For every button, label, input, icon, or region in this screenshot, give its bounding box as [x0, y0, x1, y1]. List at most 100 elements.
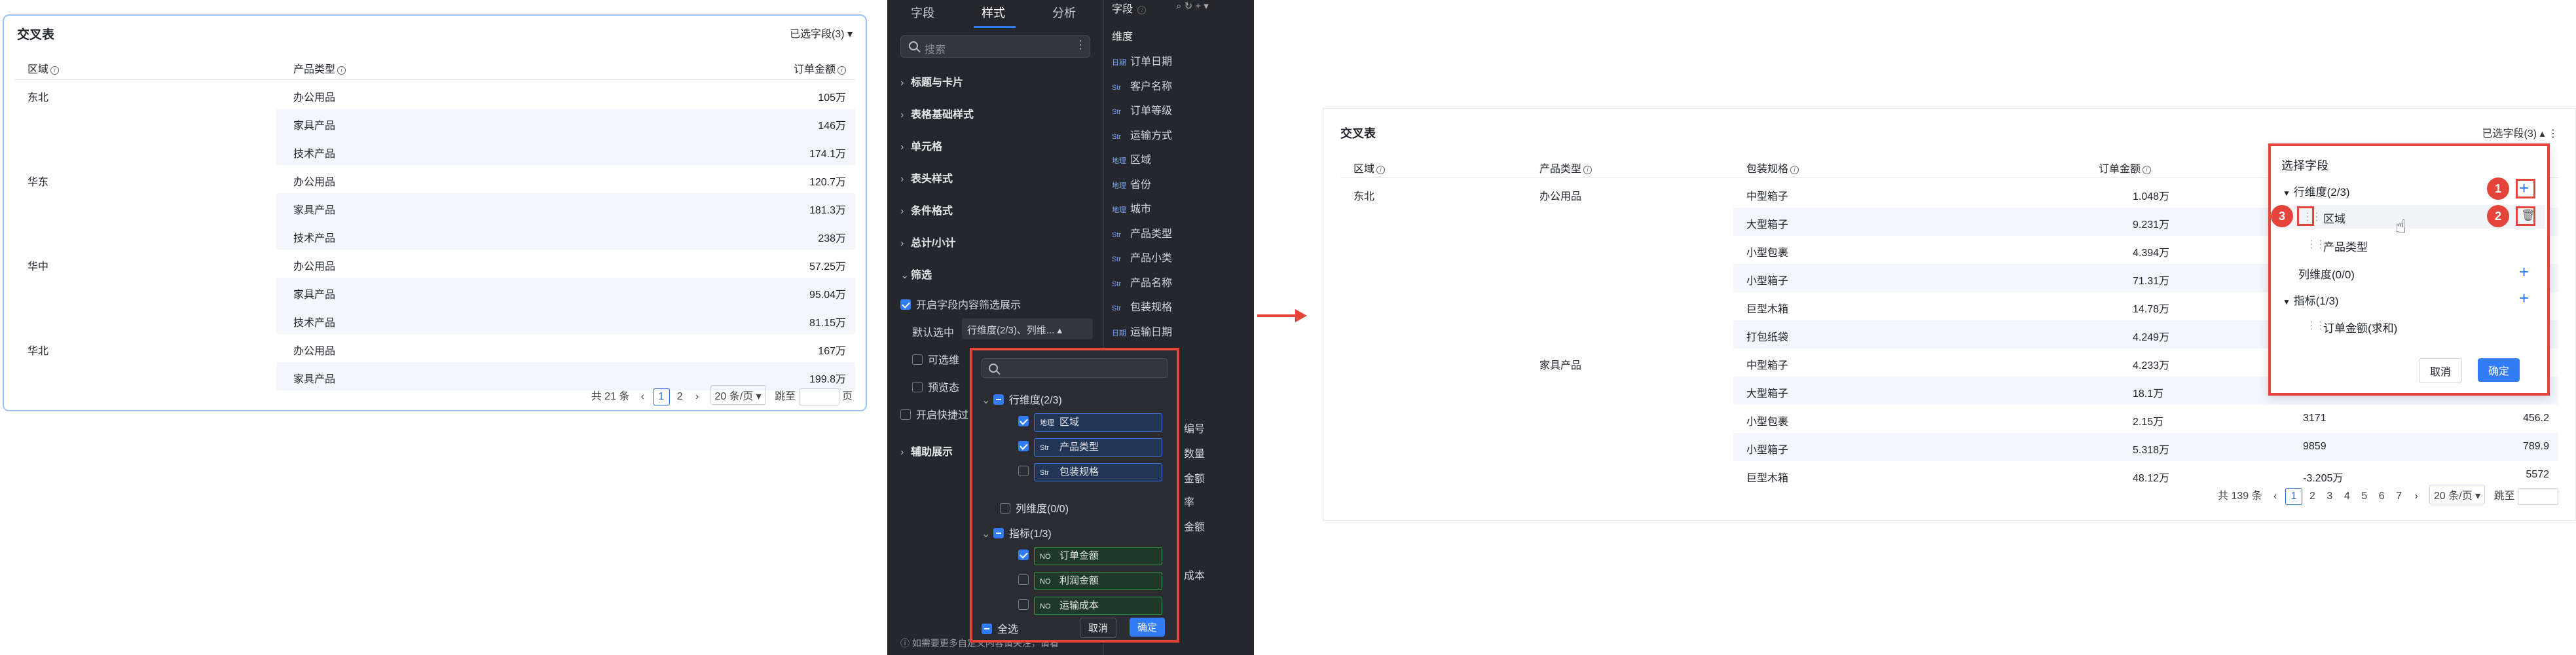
field-item[interactable]: Str 产品名称: [1112, 274, 1172, 290]
dialog-row-group[interactable]: ▼ 行维度(2/3): [2283, 183, 2350, 199]
dialog-ok-button[interactable]: 确定: [2478, 358, 2520, 382]
dialog-cancel-button[interactable]: 取消: [2419, 358, 2463, 383]
group-row-dims[interactable]: ⌄ 行维度(2/3): [982, 391, 1062, 407]
page-size-select[interactable]: 20 条/页 ▾: [2429, 485, 2486, 504]
selected-fields-button[interactable]: 已选字段(3) ▴ ⋮: [2482, 124, 2559, 140]
row-dim-item[interactable]: 地理 区域: [1018, 413, 1162, 432]
field-item[interactable]: 地理 城市: [1112, 200, 1151, 215]
metric-item[interactable]: NO 订单金额: [1018, 547, 1162, 565]
pager-page-7[interactable]: 7: [2392, 491, 2406, 502]
tab-style[interactable]: 样式: [982, 4, 1005, 21]
add-icon[interactable]: +: [1195, 1, 1201, 12]
dialog-row-item-type[interactable]: 产品类型: [2323, 238, 2368, 254]
jump-input[interactable]: [798, 388, 839, 405]
field-item-partial[interactable]: 数量: [1184, 445, 1205, 460]
field-item[interactable]: Str 客户名称: [1112, 77, 1172, 93]
checkbox-icon[interactable]: [1018, 441, 1029, 451]
field-item-partial[interactable]: 编号: [1184, 420, 1205, 436]
more-vertical-icon[interactable]: ⋮: [1075, 38, 1086, 52]
dialog-col-group[interactable]: 列维度(0/0): [2298, 265, 2355, 282]
group-metrics[interactable]: ⌄ 指标(1/3): [982, 525, 1052, 540]
tab-fields[interactable]: 字段: [911, 4, 934, 21]
field-item[interactable]: Str 产品小类: [1112, 249, 1172, 265]
delete-trash-icon[interactable]: 🗑: [2521, 209, 2535, 222]
field-item[interactable]: Str 包装规格: [1112, 298, 1172, 314]
dropdown-search-input[interactable]: [982, 358, 1168, 378]
dropdown-ok-button[interactable]: 确定: [1130, 618, 1166, 637]
section-6[interactable]: ⌄ 筛选: [900, 266, 932, 282]
group-col-dims[interactable]: 列维度(0/0): [1000, 500, 1069, 515]
add-col-dim-icon[interactable]: +: [2519, 263, 2529, 280]
pager-page-1[interactable]: 1: [652, 388, 670, 405]
checkbox-icon[interactable]: [1018, 574, 1029, 585]
pager-page-6[interactable]: 6: [2374, 491, 2389, 502]
pager-page-2[interactable]: 2: [2305, 491, 2319, 502]
default-selected-select[interactable]: 行维度(2/3)、列维... ▴: [962, 318, 1093, 339]
header-region[interactable]: 区域 i: [1353, 160, 1386, 176]
field-item-partial[interactable]: 成本: [1184, 567, 1205, 582]
field-item[interactable]: 地理 省份: [1112, 176, 1151, 191]
field-item-partial[interactable]: 金额: [1184, 518, 1205, 534]
row-dim-item[interactable]: Str 包装规格: [1018, 463, 1162, 481]
header-pack[interactable]: 包装规格 i: [1746, 160, 1799, 176]
section-7[interactable]: › 辅助展示: [900, 443, 953, 458]
checkbox-icon[interactable]: [1018, 416, 1029, 426]
selectable-dim-checkbox[interactable]: 可选维: [912, 351, 959, 367]
chevron-down-icon[interactable]: ▾: [1204, 1, 1209, 12]
add-row-dim-icon[interactable]: +: [2519, 179, 2529, 196]
dropdown-cancel-button[interactable]: 取消: [1080, 618, 1117, 638]
select-all-checkbox[interactable]: 全选: [982, 620, 1018, 636]
search-icon[interactable]: ⌕: [1176, 1, 1181, 12]
pager-prev-icon[interactable]: ‹: [635, 391, 650, 403]
pager-page-5[interactable]: 5: [2357, 491, 2372, 502]
section-0[interactable]: › 标题与卡片: [900, 73, 963, 89]
metric-item[interactable]: NO 运输成本: [1018, 597, 1162, 615]
section-1[interactable]: › 表格基础样式: [900, 105, 974, 121]
dialog-row-item-region[interactable]: 区域: [2323, 210, 2346, 226]
field-item[interactable]: 日期 运输日期: [1112, 323, 1172, 339]
section-2[interactable]: › 单元格: [900, 138, 942, 153]
section-5[interactable]: › 总计/小计: [900, 234, 955, 250]
pager-page-3[interactable]: 3: [2323, 491, 2337, 502]
field-item-partial[interactable]: 金额: [1184, 470, 1205, 485]
checkbox-icon[interactable]: [1018, 466, 1029, 476]
field-item[interactable]: Str 产品类型: [1112, 225, 1172, 240]
filter-enable-checkbox[interactable]: 开启字段内容筛选展示: [900, 296, 1021, 312]
section-4[interactable]: › 条件格式: [900, 202, 953, 217]
metric-item[interactable]: NO 利润金额: [1018, 572, 1162, 590]
field-item[interactable]: Str 订单等级: [1112, 102, 1172, 117]
selected-fields-button[interactable]: 已选字段(3) ▾: [790, 25, 853, 41]
jump-input[interactable]: [2518, 487, 2558, 505]
checkbox-icon[interactable]: [1018, 599, 1029, 610]
row-dim-item[interactable]: Str 产品类型: [1018, 438, 1162, 457]
pager-next-icon[interactable]: ›: [2409, 491, 2423, 502]
dialog-metric-item[interactable]: 订单金额(求和): [2323, 319, 2397, 335]
drag-handle-icon[interactable]: ⋮⋮: [2306, 319, 2326, 332]
header-type[interactable]: 产品类型 i: [293, 60, 346, 76]
preview-state-checkbox[interactable]: 预览态: [912, 379, 959, 394]
add-metric-icon[interactable]: +: [2519, 290, 2529, 307]
tab-analysis[interactable]: 分析: [1052, 4, 1076, 21]
checkbox-icon[interactable]: [1018, 550, 1029, 560]
header-amount[interactable]: 订单金额 i: [2099, 160, 2152, 176]
field-item[interactable]: 日期 订单日期: [1112, 52, 1172, 68]
field-toolbar: ⌕ ↻ + ▾: [1176, 0, 1209, 12]
pager-prev-icon[interactable]: ‹: [2268, 491, 2282, 502]
field-item-partial[interactable]: 率: [1184, 493, 1194, 509]
refresh-icon[interactable]: ↻: [1185, 1, 1193, 12]
section-3[interactable]: › 表头样式: [900, 170, 953, 185]
pager-next-icon[interactable]: ›: [690, 391, 705, 403]
search-input[interactable]: 搜索: [900, 35, 1090, 58]
header-amount[interactable]: 订单金额 i: [794, 60, 846, 76]
page-size-select[interactable]: 20 条/页 ▾: [710, 385, 766, 405]
header-region[interactable]: 区域 i: [28, 60, 60, 76]
pager-page-4[interactable]: 4: [2340, 491, 2354, 502]
quick-filter-checkbox[interactable]: 开启快捷过: [900, 406, 968, 422]
field-item[interactable]: Str 运输方式: [1112, 126, 1172, 142]
field-item[interactable]: 地理 区域: [1112, 151, 1151, 166]
pager-page-1[interactable]: 1: [2285, 488, 2302, 505]
dialog-metric-group[interactable]: ▼ 指标(1/3): [2283, 291, 2339, 308]
pager-page-2[interactable]: 2: [672, 391, 687, 403]
drag-handle-icon[interactable]: ⋮⋮: [2306, 238, 2326, 251]
header-type[interactable]: 产品类型 i: [1539, 160, 1592, 176]
